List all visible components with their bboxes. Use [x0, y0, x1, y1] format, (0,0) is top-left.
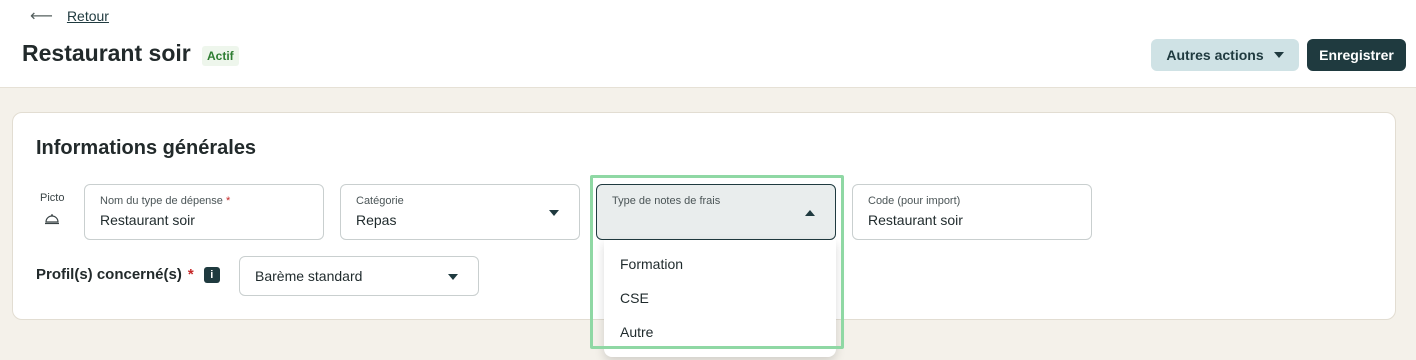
category-select[interactable]: Catégorie Repas	[340, 184, 580, 240]
profil-select-value: Barème standard	[255, 268, 363, 284]
chevron-down-icon	[448, 274, 458, 280]
dropdown-option-autre[interactable]: Autre	[620, 324, 653, 340]
chevron-down-icon	[1273, 52, 1284, 58]
more-actions-label: Autres actions	[1166, 47, 1264, 63]
expense-type-select[interactable]: Type de notes de frais	[596, 184, 836, 240]
page-title: Restaurant soir	[22, 40, 191, 66]
cloche-icon[interactable]	[44, 212, 60, 226]
info-icon[interactable]: i	[203, 266, 220, 283]
dropdown-option-formation[interactable]: Formation	[620, 256, 683, 272]
import-code-label: Code (pour import)	[868, 195, 961, 207]
section-title: Informations générales	[36, 137, 257, 159]
expense-name-value: Restaurant soir	[100, 212, 195, 228]
expense-name-label: Nom du type de dépense	[100, 195, 223, 207]
expense-type-dropdown: Formation CSE Autre	[604, 240, 836, 357]
dropdown-option-cse[interactable]: CSE	[620, 290, 649, 306]
save-button[interactable]: Enregistrer	[1307, 39, 1406, 71]
page-header: ⟵ Retour Restaurant soir Actif Autres ac…	[0, 0, 1416, 88]
expense-type-label: Type de notes de frais	[612, 195, 721, 207]
category-value: Repas	[356, 212, 397, 228]
import-code-field[interactable]: Code (pour import) Restaurant soir	[852, 184, 1092, 240]
more-actions-button[interactable]: Autres actions	[1151, 39, 1299, 71]
back-link[interactable]: ⟵ Retour	[30, 6, 109, 26]
picto-label: Picto	[40, 192, 65, 204]
category-label: Catégorie	[356, 195, 404, 207]
chevron-down-icon	[549, 210, 559, 216]
back-link-label[interactable]: Retour	[67, 8, 109, 24]
chevron-up-icon	[805, 210, 815, 216]
required-mark: *	[187, 266, 194, 283]
required-mark: *	[225, 195, 231, 207]
import-code-value: Restaurant soir	[868, 212, 963, 228]
profil-label-text: Profil(s) concerné(s)	[36, 266, 182, 283]
profil-select[interactable]: Barème standard	[239, 256, 479, 296]
status-badge: Actif	[202, 46, 239, 66]
back-arrow-icon: ⟵	[30, 8, 53, 25]
profil-label: Profil(s) concerné(s) * i	[36, 266, 220, 283]
expense-name-field[interactable]: Nom du type de dépense * Restaurant soir	[84, 184, 324, 240]
